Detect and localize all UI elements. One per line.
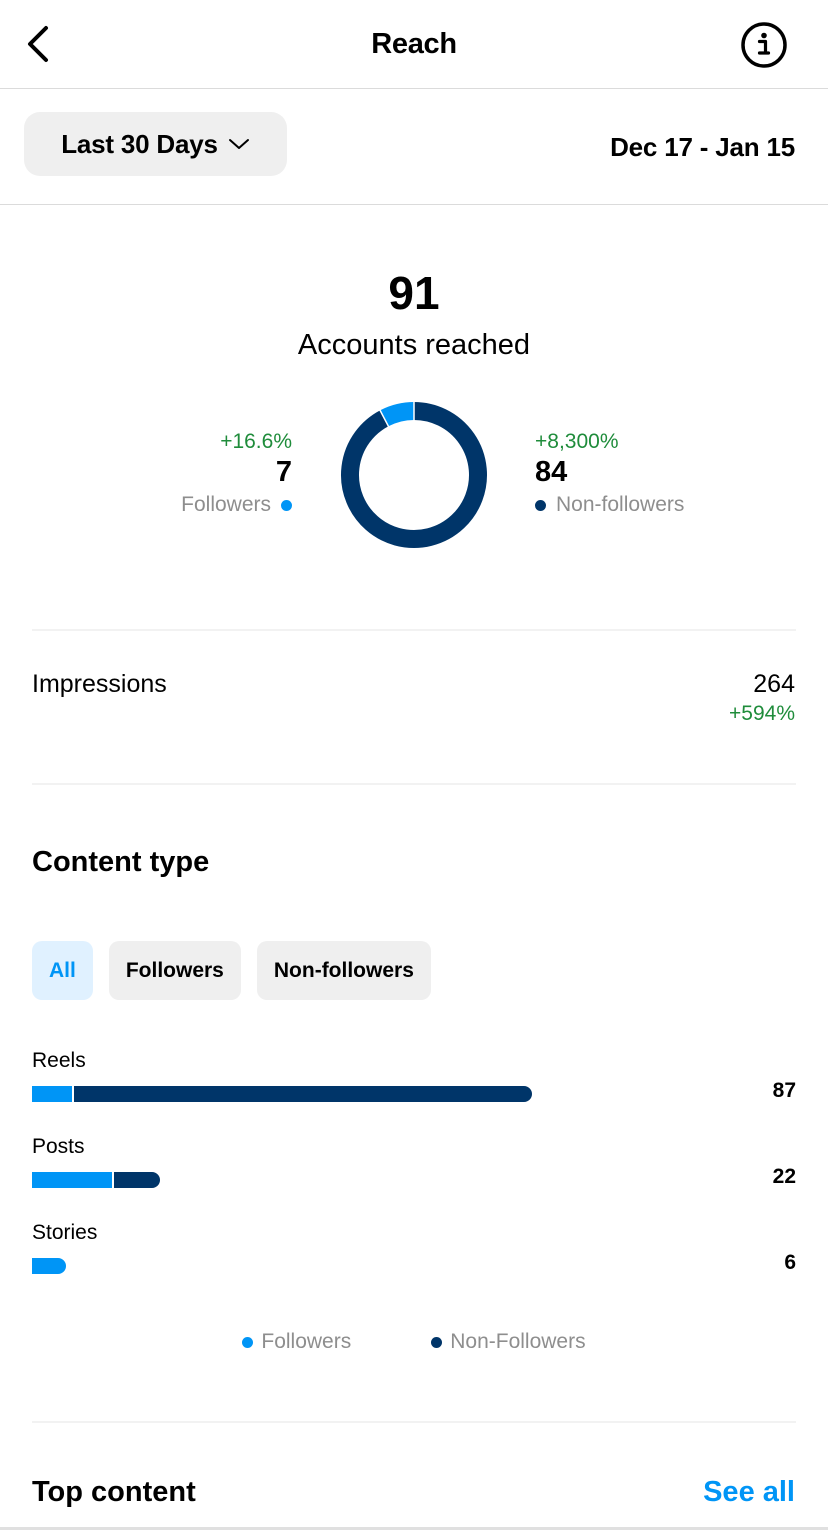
legend-dot-non-followers (431, 1336, 443, 1348)
content-type-title: Content type (32, 846, 210, 878)
bar-segment-followers (32, 1172, 113, 1188)
date-range: Dec 17 - Jan 15 (610, 132, 795, 162)
info-button[interactable] (740, 21, 788, 69)
impressions-value: 264 (753, 670, 795, 698)
bar-segment-non-followers (74, 1086, 532, 1102)
bar-segment-followers (32, 1086, 73, 1102)
chip-followers[interactable]: Followers (108, 941, 241, 1000)
followers-change: +16.6% (220, 430, 292, 453)
non-followers-count: 84 (535, 456, 568, 488)
info-circle-icon (741, 22, 787, 68)
followers-stat: +16.6% 7 Followers (181, 430, 292, 517)
content-total: 22 (772, 1165, 796, 1188)
non-followers-stat: +8,300% 84 Non-followers (535, 430, 684, 517)
see-all-link[interactable]: See all (703, 1476, 795, 1509)
divider (32, 1421, 796, 1423)
content-total: 6 (784, 1251, 796, 1274)
date-filter-bar: Last 30 Days Dec 17 - Jan 15 (0, 89, 828, 205)
chip-all[interactable]: All (32, 941, 93, 1000)
content-row-stories: Stories 6 (32, 1221, 796, 1281)
chevron-down-icon (228, 139, 249, 149)
donut-slice-followers (380, 402, 415, 427)
bar-segment-non-followers (114, 1172, 160, 1188)
legend-dot-followers (242, 1336, 254, 1348)
divider (32, 629, 796, 631)
bar-segment-followers (32, 1258, 67, 1274)
stacked-bar (32, 1172, 160, 1188)
content-label: Posts (32, 1135, 85, 1158)
content-row-reels: Reels 87 (32, 1049, 796, 1109)
top-content-title: Top content (32, 1476, 196, 1508)
accounts-reached-label: Accounts reached (297, 329, 531, 361)
period-dropdown[interactable]: Last 30 Days (24, 112, 287, 176)
page-title: Reach (371, 28, 457, 60)
non-followers-label: Non-followers (556, 493, 685, 516)
content-label: Reels (32, 1049, 86, 1072)
non-followers-legend: Non-followers (535, 493, 684, 517)
legend-label-non-followers: Non-Followers (450, 1330, 586, 1353)
followers-dot (281, 499, 292, 511)
content-type-legend: Followers Non-Followers (0, 1330, 828, 1354)
followers-label: Followers (181, 493, 271, 516)
audience-filter-chips: All Followers Non-followers (32, 941, 431, 1000)
content-row-posts: Posts 22 (32, 1135, 796, 1195)
legend-item-followers: Followers (242, 1330, 351, 1354)
donut-slice-non-followers (341, 402, 487, 548)
legend-item-non-followers: Non-Followers (431, 1330, 586, 1354)
top-nav-bar: Reach (0, 0, 828, 89)
accounts-reached-total: 91 (388, 267, 440, 319)
followers-count: 7 (275, 456, 292, 488)
stacked-bar (32, 1258, 67, 1274)
chip-non-followers[interactable]: Non-followers (256, 941, 431, 1000)
content-total: 87 (772, 1079, 796, 1102)
non-followers-change: +8,300% (535, 430, 619, 453)
impressions-label: Impressions (32, 670, 167, 698)
legend-label-followers: Followers (261, 1330, 352, 1353)
non-followers-dot (535, 499, 546, 511)
period-label: Last 30 Days (61, 128, 218, 159)
reach-donut-chart (341, 401, 487, 548)
content-label: Stories (32, 1221, 98, 1244)
impressions-change: +594% (729, 702, 795, 725)
followers-legend: Followers (181, 493, 292, 517)
divider (32, 783, 796, 785)
stacked-bar (32, 1086, 532, 1102)
